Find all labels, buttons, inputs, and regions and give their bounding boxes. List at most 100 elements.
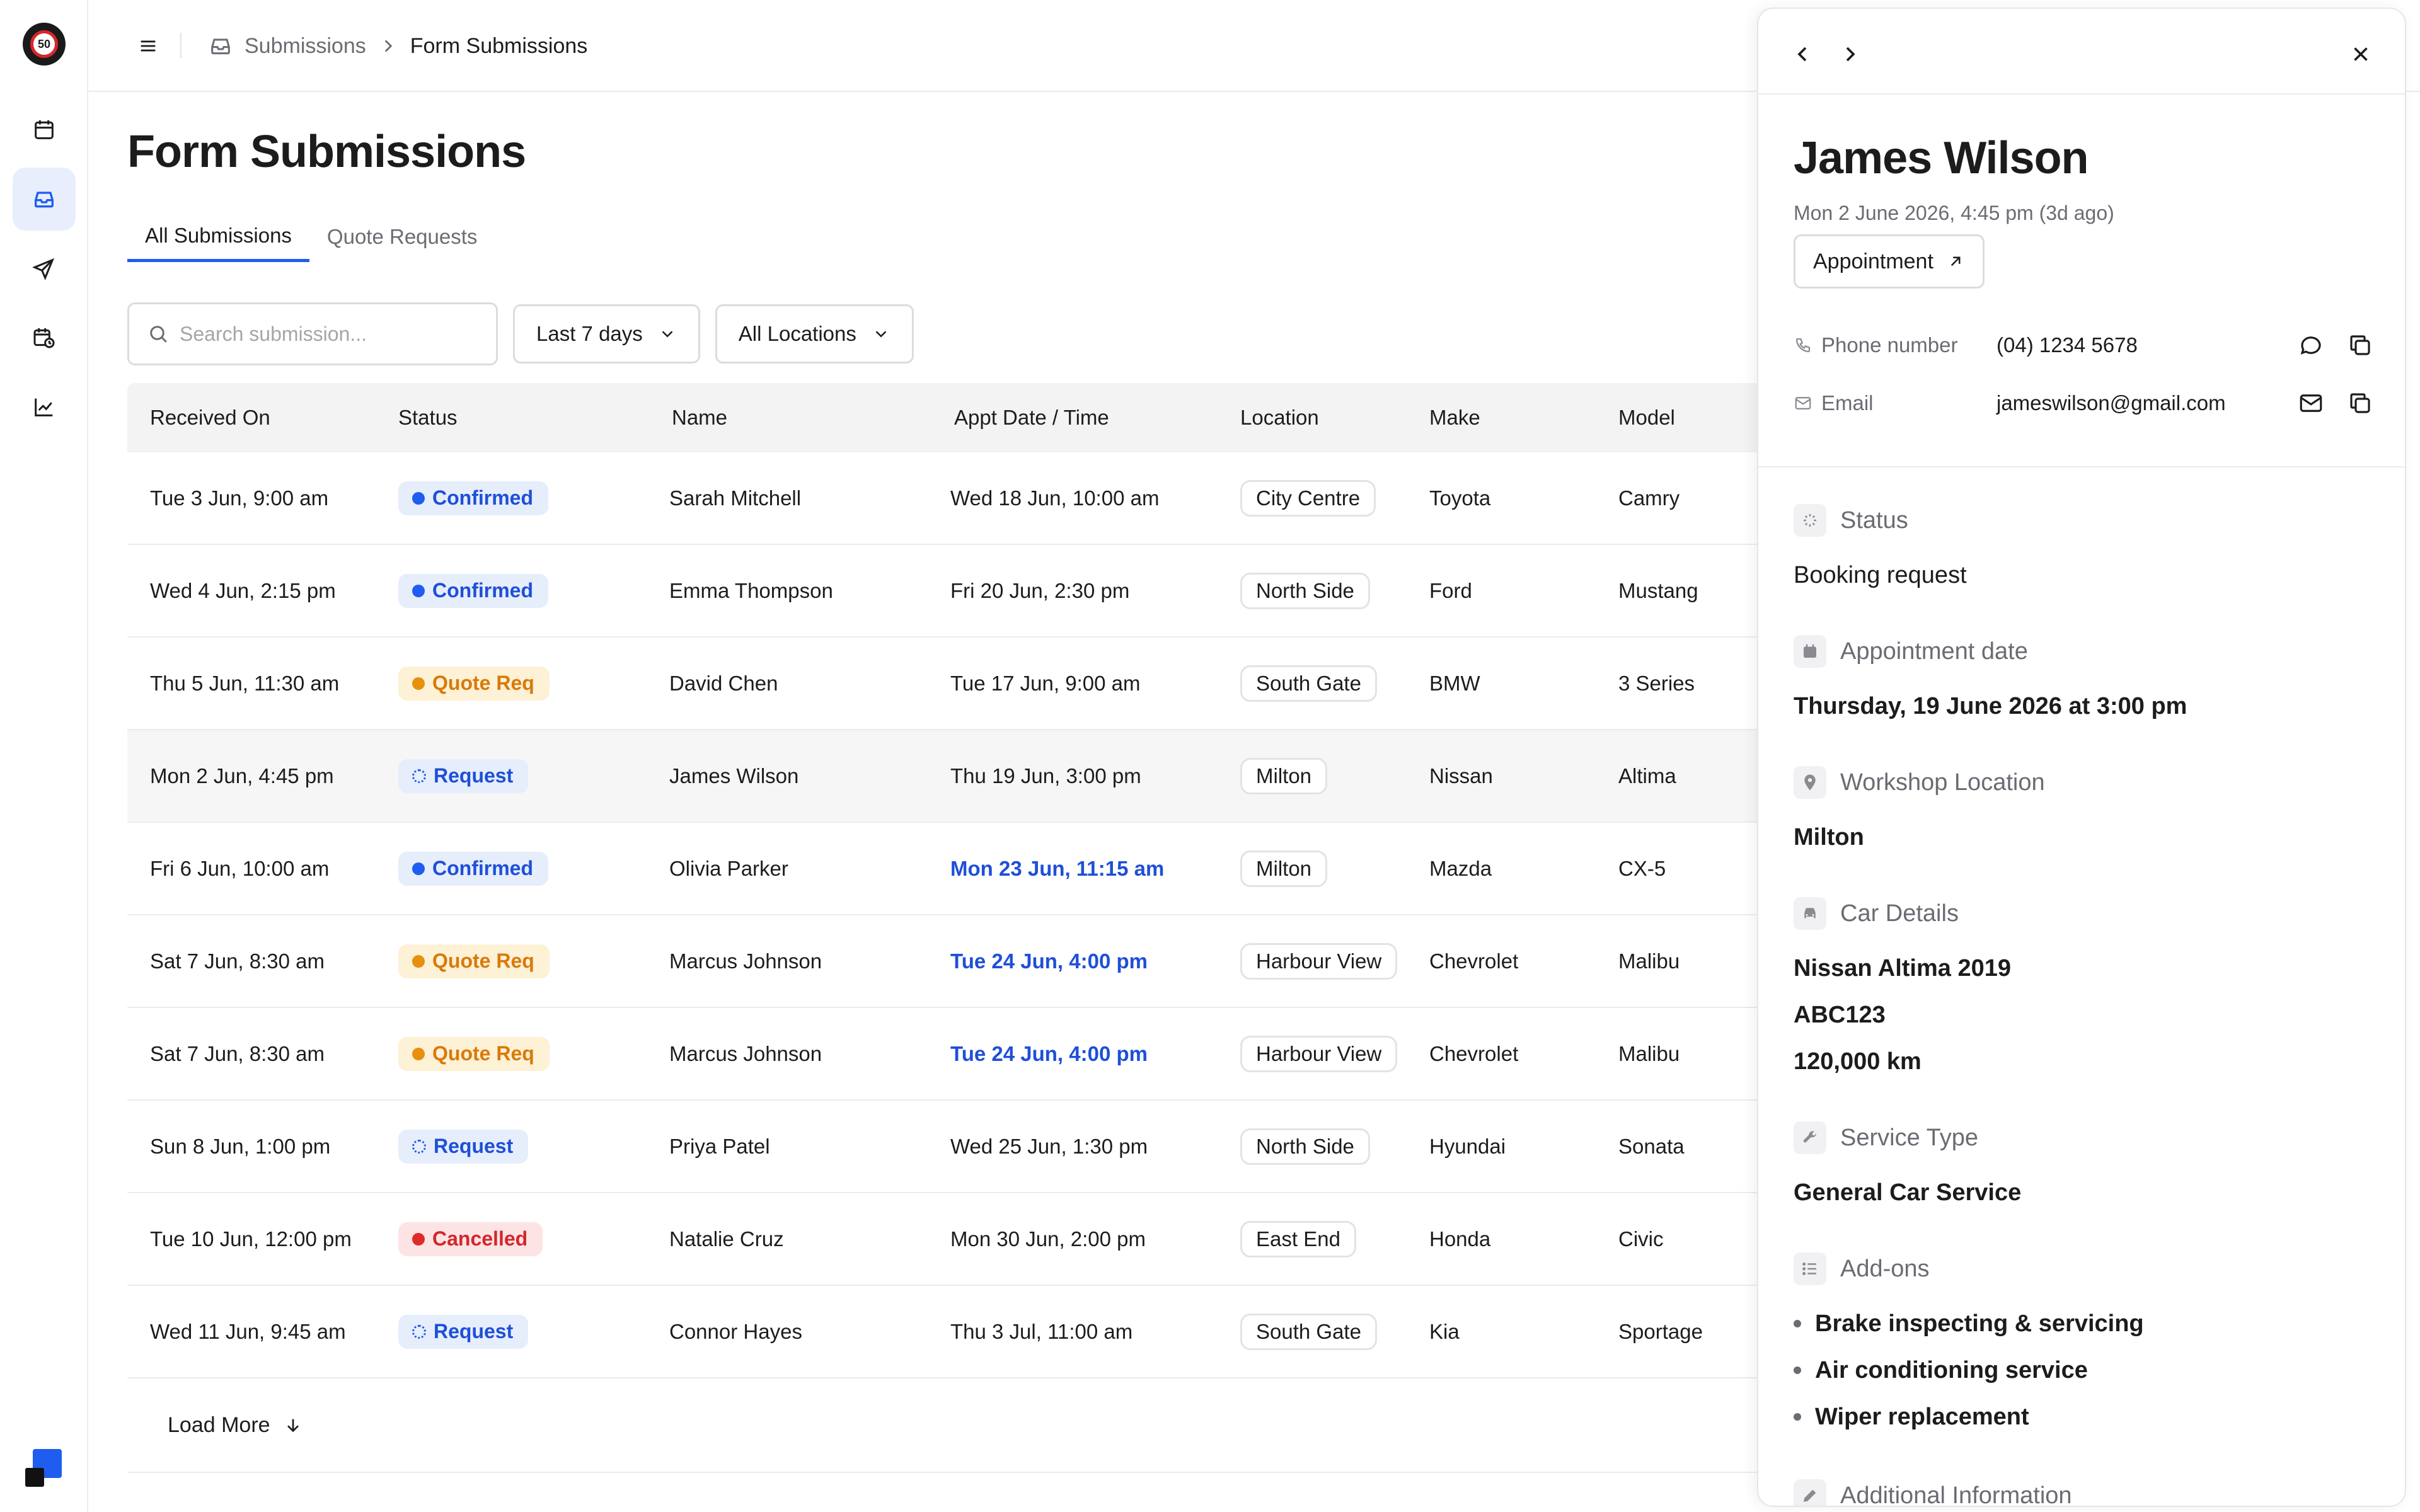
breadcrumb: Submissions Form Submissions <box>208 30 587 62</box>
additional-info-label: Additional Information <box>1840 1482 2072 1507</box>
status-badge: Request <box>398 759 529 793</box>
column-header-appt[interactable]: Appt Date / Time <box>950 406 1240 430</box>
chart-line-icon <box>35 398 53 416</box>
make-cell: Kia <box>1429 1319 1460 1343</box>
service-type-section: Service Type General Car Service <box>1794 1120 2373 1216</box>
received-cell: Sat 7 Jun, 8:30 am <box>150 1041 325 1065</box>
pending-icon <box>412 769 426 783</box>
column-header-make[interactable]: Make <box>1429 406 1618 430</box>
status-text: Confirmed <box>432 486 533 509</box>
search-icon <box>150 326 167 343</box>
location-cell: City Centre <box>1240 479 1429 517</box>
location-chip: South Gate <box>1240 665 1377 702</box>
chevron-right-icon <box>1846 47 1855 62</box>
brand-logo[interactable]: 50 <box>23 23 66 66</box>
next-submission-button[interactable] <box>1834 38 1867 71</box>
status-cell: Quote Req <box>389 1036 660 1071</box>
appointment-link-button[interactable]: Appointment <box>1794 234 1985 289</box>
breadcrumb-current: Form Submissions <box>410 33 588 58</box>
status-cell: Request <box>389 759 660 793</box>
close-panel-button[interactable] <box>2344 38 2377 71</box>
tab-quote-requests[interactable]: Quote Requests <box>309 212 495 262</box>
breadcrumb-parent-link[interactable]: Submissions <box>245 34 366 59</box>
table-row[interactable]: Sat 7 Jun, 8:30 am Quote Req Marcus Johnso… <box>127 1008 1841 1101</box>
column-header-name[interactable]: Name <box>660 406 950 430</box>
table-row[interactable]: Fri 6 Jun, 10:00 am Confirmed Olivia Parke… <box>127 823 1841 915</box>
copy-icon[interactable] <box>2347 332 2373 358</box>
status-badge: Confirmed <box>398 481 548 515</box>
table-row[interactable]: Wed 4 Jun, 2:15 pm Confirmed Emma Thompson… <box>127 545 1841 638</box>
arrow-up-right-icon <box>1950 256 1961 266</box>
filter-bar: Last 7 days All Locations <box>127 302 914 365</box>
appt-cell: Tue 24 Jun, 4:00 pm <box>950 949 1148 973</box>
table-row[interactable]: Tue 3 Jun, 9:00 am Confirmed Sarah Mitchel… <box>127 452 1841 545</box>
table-row[interactable]: Sat 7 Jun, 8:30 am Quote Req Marcus Johnso… <box>127 915 1841 1008</box>
table-row[interactable]: Wed 11 Jun, 9:45 am Request Connor Hayes Th… <box>127 1286 1841 1378</box>
car-icon <box>1794 897 1826 930</box>
search-box[interactable] <box>127 302 498 365</box>
status-dot-icon <box>412 677 425 690</box>
appt-cell: Wed 25 Jun, 1:30 pm <box>950 1134 1148 1158</box>
table-row[interactable]: Tue 10 Jun, 12:00 pm Cancelled Natalie Cru… <box>127 1193 1841 1286</box>
name-cell: Connor Hayes <box>669 1319 802 1343</box>
status-dot-icon <box>412 1232 425 1246</box>
location-chip: Milton <box>1240 850 1328 887</box>
appointment-chip-label: Appointment <box>1813 249 1933 273</box>
table-row[interactable]: Sun 8 Jun, 1:00 pm Request Priya Patel Wed … <box>127 1101 1841 1193</box>
workspace-switcher-icon[interactable] <box>25 1449 63 1487</box>
table-row[interactable]: Mon 2 Jun, 4:45 pm Request James Wilson Thu… <box>127 730 1841 823</box>
rail-calendar-button[interactable] <box>13 98 76 161</box>
name-cell: David Chen <box>669 671 778 695</box>
name-cell: Sarah Mitchell <box>669 486 802 510</box>
appt-cell: Thu 3 Jul, 11:00 am <box>950 1319 1133 1343</box>
calendar-clock-icon <box>33 328 55 348</box>
close-icon <box>2354 47 2368 61</box>
tab-all-submissions[interactable]: All Submissions <box>127 212 309 262</box>
workshop-location-label: Workshop Location <box>1840 769 2045 796</box>
phone-icon <box>1795 338 1811 353</box>
table-row[interactable]: Thu 5 Jun, 11:30 am Quote Req David Chen Tu… <box>127 638 1841 730</box>
column-header-location[interactable]: Location <box>1240 406 1429 430</box>
submission-tabs: All Submissions Quote Requests <box>127 212 495 262</box>
previous-submission-button[interactable] <box>1786 38 1819 71</box>
status-text: Confirmed <box>432 579 533 602</box>
message-icon[interactable] <box>2298 332 2324 358</box>
pending-icon <box>412 1324 426 1339</box>
appt-cell: Fri 20 Jun, 2:30 pm <box>950 578 1130 602</box>
name-cell: Marcus Johnson <box>669 949 822 973</box>
service-type-label: Service Type <box>1840 1124 1978 1151</box>
status-badge: Request <box>398 1129 529 1164</box>
rail-inbox-button[interactable] <box>13 168 76 231</box>
status-cell: Quote Req <box>389 666 660 701</box>
appt-cell: Thu 19 Jun, 3:00 pm <box>950 764 1141 788</box>
rail-send-button[interactable] <box>13 237 76 300</box>
make-cell: Toyota <box>1429 486 1491 510</box>
loader-icon <box>1794 504 1826 537</box>
odometer-value: 120,000 km <box>1794 1048 1922 1075</box>
received-cell: Sun 8 Jun, 1:00 pm <box>150 1134 331 1158</box>
send-mail-icon[interactable] <box>2298 390 2324 416</box>
chevron-down-icon <box>662 331 673 338</box>
load-more-button[interactable]: Load More <box>127 1378 1841 1473</box>
menu-toggle-button[interactable] <box>132 30 164 62</box>
rail-schedule-button[interactable] <box>13 306 76 369</box>
send-icon <box>32 258 55 280</box>
wrench-icon <box>1794 1121 1826 1154</box>
submitted-timestamp: Mon 2 June 2026, 4:45 pm (3d ago) <box>1794 202 2114 224</box>
received-cell: Fri 6 Jun, 10:00 am <box>150 856 330 880</box>
name-cell: Olivia Parker <box>669 856 788 880</box>
location-dropdown[interactable]: All Locations <box>715 304 914 364</box>
mail-icon <box>1795 397 1811 410</box>
status-dot-icon <box>412 491 425 505</box>
appt-cell: Mon 30 Jun, 2:00 pm <box>950 1227 1146 1251</box>
status-cell: Confirmed <box>389 851 660 886</box>
rail-analytics-button[interactable] <box>13 375 76 438</box>
copy-icon[interactable] <box>2347 390 2373 416</box>
status-text: Cancelled <box>432 1227 528 1250</box>
name-cell: Marcus Johnson <box>669 1041 822 1065</box>
column-header-status[interactable]: Status <box>389 406 660 430</box>
date-range-dropdown[interactable]: Last 7 days <box>513 304 700 364</box>
search-input[interactable] <box>180 322 470 346</box>
appt-cell: Tue 24 Jun, 4:00 pm <box>950 1041 1148 1065</box>
column-header-received[interactable]: Received On <box>127 406 389 430</box>
